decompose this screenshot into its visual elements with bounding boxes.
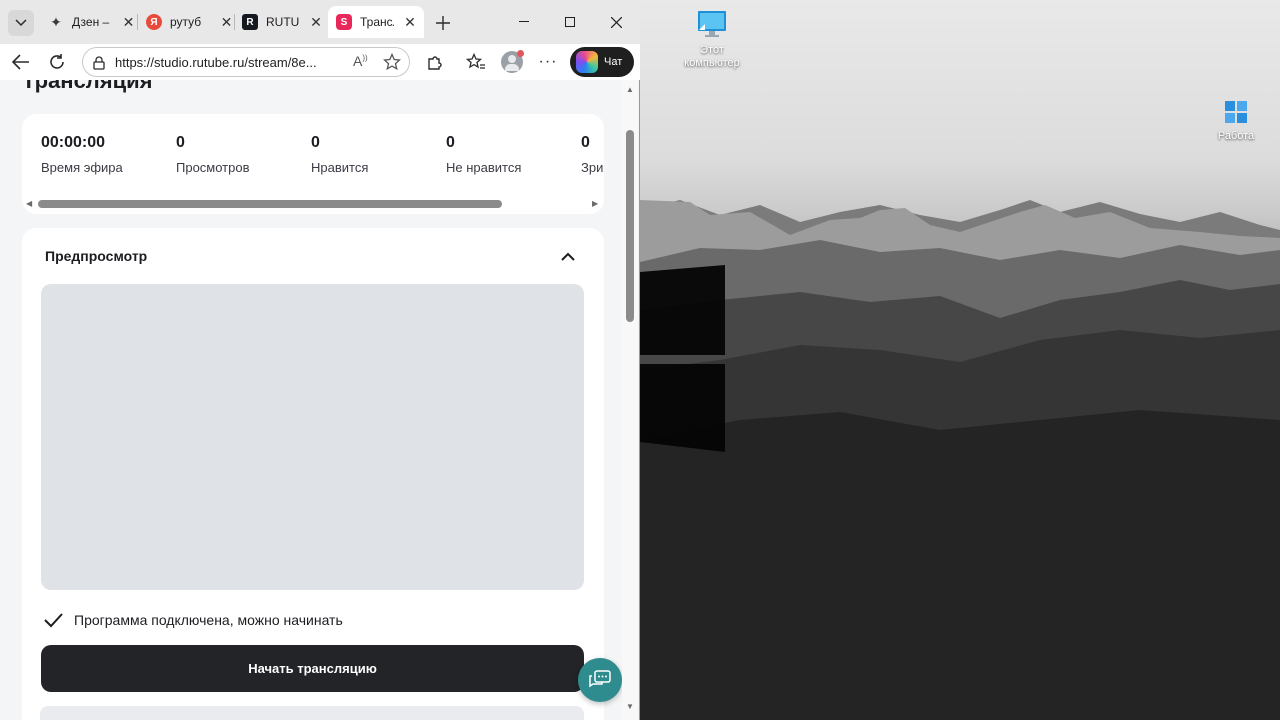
stat-views: 0 Просмотров [176, 134, 250, 175]
folder-icon [1225, 101, 1247, 123]
avatar [501, 50, 524, 73]
rutube-icon: R [242, 14, 258, 30]
preview-card: Предпросмотр Программа подключена, можно… [22, 228, 604, 720]
copilot-button[interactable]: Чат [570, 47, 634, 77]
reload-icon [50, 54, 64, 69]
dzen-icon: ✦ [50, 13, 62, 30]
stat-label: Просмотров [176, 160, 250, 175]
monitor-icon [698, 11, 726, 37]
chevron-down-icon [15, 19, 27, 27]
minimize-icon [519, 21, 529, 22]
page-title: Трансляция [22, 80, 153, 93]
connection-status: Программа подключена, можно начинать [42, 612, 343, 628]
stat-label: Не нравится [446, 160, 522, 175]
puzzle-icon [428, 56, 442, 70]
chat-icon [589, 670, 611, 688]
stat-label: Зри [581, 160, 604, 175]
read-aloud-icon[interactable]: A)) [353, 53, 368, 69]
stat-label: Нравится [311, 160, 369, 175]
profile-button[interactable] [500, 50, 524, 74]
page-vertical-scrollbar[interactable]: ▲ ▼ [622, 80, 638, 720]
favorite-star-icon[interactable] [383, 53, 401, 71]
preview-title: Предпросмотр [45, 248, 148, 264]
tab-actions-button[interactable] [8, 10, 34, 36]
studio-icon: S [336, 14, 352, 30]
desktop-icon-this-pc[interactable]: Этот компьютер [672, 10, 752, 70]
copilot-icon [576, 51, 598, 73]
maximize-button[interactable] [548, 8, 592, 36]
desktop-icon-label: Работа [1217, 130, 1255, 142]
favorites-list-icon [466, 53, 485, 69]
tab-studio[interactable]: S Трансляция ✕ [328, 6, 424, 38]
stat-label: Время эфира [41, 160, 123, 175]
desktop-icon-label: Этот компьютер [684, 44, 740, 69]
yandex-icon: Я [146, 14, 162, 30]
scroll-left-icon[interactable]: ◀ [26, 199, 32, 208]
tab-title: рутуб [170, 15, 202, 29]
close-icon[interactable]: ✕ [308, 14, 324, 31]
tab-title: RUTUBE [266, 15, 300, 29]
tab-bar: ✦ Дзен – ✕ Я рутуб ✕ R RUTUBE ✕ S Трансл… [0, 0, 640, 44]
more-menu-button[interactable]: ··· [536, 50, 560, 74]
stat-value: 0 [581, 134, 590, 151]
stat-air-time: 00:00:00 Время эфира [41, 134, 123, 175]
arrow-left-icon [12, 54, 29, 70]
more-icon: ··· [538, 53, 558, 70]
chevron-up-icon [561, 252, 575, 261]
url-text: https://studio.rutube.ru/stream/8e... [115, 55, 317, 70]
tab-rutube[interactable]: R RUTUBE ✕ [234, 6, 328, 38]
browser-toolbar: https://studio.rutube.ru/stream/8e... A)… [0, 44, 640, 80]
support-chat-button[interactable] [578, 658, 622, 702]
favorites-button[interactable] [464, 50, 488, 74]
address-bar[interactable]: https://studio.rutube.ru/stream/8e... A)… [82, 47, 410, 77]
tab-dzen[interactable]: ✦ Дзен – ✕ [40, 6, 136, 38]
next-section-card [40, 706, 584, 720]
tab-title: Дзен – [72, 15, 110, 29]
lock-icon [93, 56, 105, 70]
plus-icon [436, 16, 450, 30]
stat-value: 0 [176, 134, 185, 151]
stat-value: 0 [446, 134, 455, 151]
close-icon [610, 16, 622, 28]
tab-yandex[interactable]: Я рутуб ✕ [138, 6, 234, 38]
start-stream-button[interactable]: Начать трансляцию [41, 645, 584, 692]
scroll-right-icon[interactable]: ▶ [592, 199, 598, 208]
connection-status-text: Программа подключена, можно начинать [74, 612, 343, 628]
extensions-button[interactable] [423, 50, 447, 74]
browser-window: ✦ Дзен – ✕ Я рутуб ✕ R RUTUBE ✕ S Трансл… [0, 0, 640, 720]
desktop-icon-work[interactable]: Работа [1196, 98, 1276, 143]
scrollbar-thumb[interactable] [38, 200, 502, 208]
back-button[interactable] [9, 50, 33, 74]
stat-dislikes: 0 Не нравится [446, 134, 521, 175]
page-content: Трансляция 00:00:00 Время эфира 0 Просмо… [0, 80, 622, 720]
reload-button[interactable] [45, 50, 69, 74]
scroll-up-icon[interactable]: ▲ [626, 85, 634, 94]
video-preview [41, 284, 584, 590]
stat-likes: 0 Нравится [311, 134, 368, 175]
stat-value: 00:00:00 [41, 134, 106, 151]
checkmark-icon [44, 613, 63, 628]
maximize-icon [565, 17, 575, 27]
scrollbar-thumb[interactable] [626, 130, 634, 322]
tab-title: Трансляция [360, 15, 394, 29]
scroll-down-icon[interactable]: ▼ [626, 702, 634, 711]
collapse-preview-button[interactable] [558, 246, 578, 266]
new-tab-button[interactable] [430, 10, 456, 36]
close-icon[interactable]: ✕ [121, 14, 136, 31]
stat-viewers: 0 Зри [581, 134, 603, 175]
stats-horizontal-scrollbar[interactable]: ◀ ▶ [22, 198, 604, 210]
notification-dot [517, 50, 524, 57]
close-icon[interactable]: ✕ [402, 14, 418, 31]
minimize-button[interactable] [502, 8, 546, 36]
stat-value: 0 [311, 134, 320, 151]
close-icon[interactable]: ✕ [219, 14, 234, 31]
copilot-label: Чат [604, 56, 623, 68]
close-window-button[interactable] [594, 8, 638, 36]
